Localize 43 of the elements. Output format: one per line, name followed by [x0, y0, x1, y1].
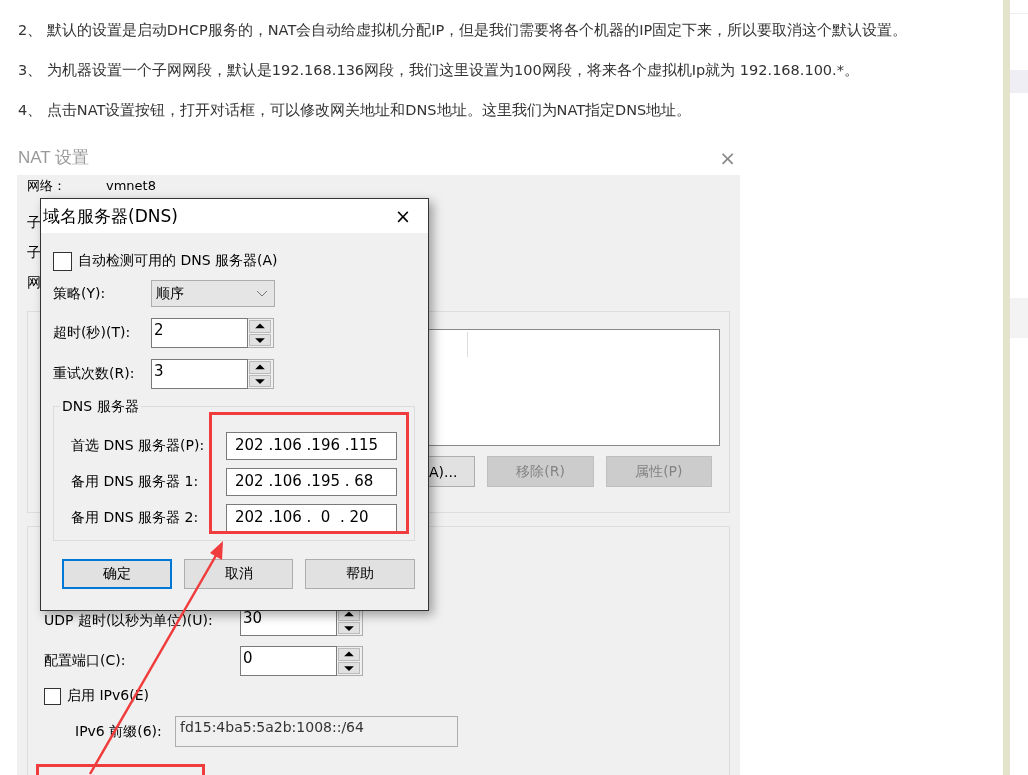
- paragraph: 3、 为机器设置一个子网网段，默认是192.168.136网段，我们这里设置为100网段，将来各个虚拟机Ip就为 192.168.100.*。: [18, 61, 860, 80]
- dialog-button[interactable]: 取消: [183, 559, 294, 589]
- dropdown[interactable]: 顺序: [151, 280, 275, 307]
- group-title: DNS 服务器: [60, 398, 141, 414]
- checkbox[interactable]: [44, 687, 61, 705]
- chevron-down-icon: [256, 289, 268, 298]
- number-field[interactable]: 2: [151, 318, 248, 348]
- ip-address-field[interactable]: 202 .106 .196 .115: [226, 431, 397, 460]
- spin-up-icon[interactable]: [249, 320, 271, 333]
- spin-up-icon[interactable]: [249, 361, 271, 374]
- ip-address-field[interactable]: 202 .106 . 0 . 20: [226, 503, 397, 532]
- field-label: 子: [27, 244, 41, 262]
- checkbox-label: 自动检测可用的 DNS 服务器(A): [78, 252, 278, 270]
- network-value: vmnet8: [106, 178, 156, 194]
- field-label: 备用 DNS 服务器 1:: [71, 472, 200, 491]
- spin-down-icon[interactable]: [249, 333, 271, 346]
- dialog-title: 域名服务器(DNS): [43, 204, 178, 228]
- ip-address-field[interactable]: 202 .106 .195 . 68: [226, 467, 397, 496]
- spin-up-icon[interactable]: [338, 648, 360, 661]
- close-icon[interactable]: ×: [395, 205, 411, 227]
- field-label: 配置端口(C):: [44, 652, 127, 670]
- field-label: 重试次数(R):: [53, 365, 136, 383]
- checkbox[interactable]: [53, 251, 72, 271]
- number-field[interactable]: 0: [240, 646, 337, 676]
- close-icon[interactable]: ×: [719, 145, 736, 170]
- field-label: 网: [27, 274, 41, 292]
- dialog-button[interactable]: 帮助: [305, 559, 415, 589]
- field-label: 备用 DNS 服务器 2:: [71, 508, 200, 527]
- field-label: 首选 DNS 服务器(P):: [71, 436, 206, 455]
- spin-down-icon[interactable]: [338, 661, 360, 674]
- spin-down-icon[interactable]: [249, 374, 271, 387]
- field-label: 子: [27, 214, 41, 232]
- spin-down-icon[interactable]: [338, 621, 360, 634]
- paragraph: 4、 点击NAT设置按钮，打开对话框，可以修改网关地址和DNS地址。这里我们为NAT指定DNS地址。: [18, 101, 693, 120]
- field-label: 超时(秒)(T):: [53, 324, 132, 342]
- field-label: 策略(Y):: [53, 284, 107, 303]
- number-field[interactable]: 3: [151, 359, 248, 389]
- dialog-title: NAT 设置: [18, 147, 90, 169]
- dialog-button[interactable]: 确定: [62, 559, 172, 589]
- text-field[interactable]: fd15:4ba5:5a2b:1008::/64: [175, 716, 458, 747]
- field-label: 网络：: [27, 178, 66, 194]
- paragraph: 2、 默认的设置是启动DHCP服务的，NAT会自动给虚拟机分配IP，但是我们需要将各个机器的IP固定下来，所以要取消这个默认设置。: [18, 21, 909, 40]
- list-box[interactable]: [428, 329, 720, 446]
